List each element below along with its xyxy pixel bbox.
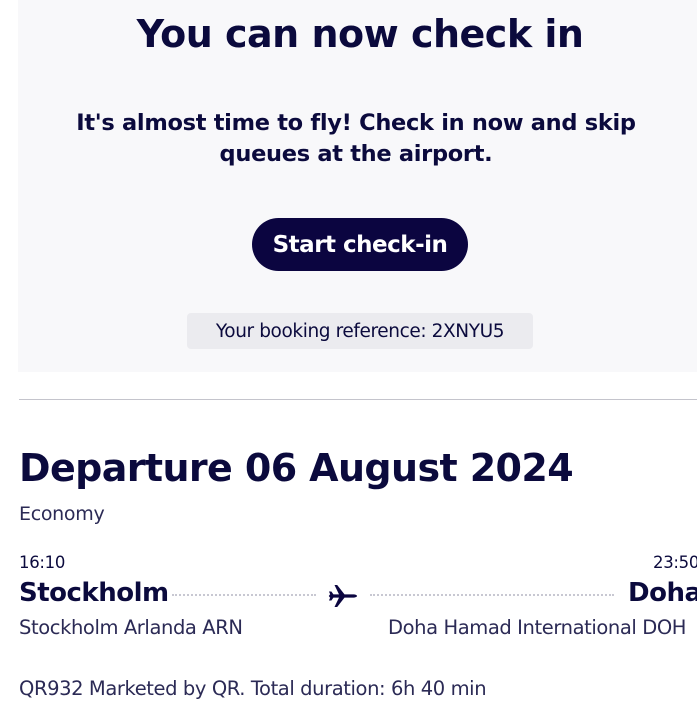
checkin-banner: You can now check in It's almost time to… xyxy=(18,0,697,372)
arrival-time: 23:50 xyxy=(653,553,697,572)
page: You can now check in It's almost time to… xyxy=(0,0,697,723)
departure-time: 16:10 xyxy=(19,553,66,572)
origin-airport: Stockholm Arlanda ARN xyxy=(19,616,243,639)
destination-airport: Doha Hamad International DOH xyxy=(388,616,687,639)
origin-city: Stockholm xyxy=(19,578,169,608)
section-divider xyxy=(19,399,697,400)
destination-city: Doha xyxy=(628,578,697,608)
route-line-left xyxy=(172,594,316,596)
airplane-icon xyxy=(328,585,357,607)
checkin-subtitle: It's almost time to fly! Check in now an… xyxy=(76,110,636,167)
checkin-title: You can now check in xyxy=(136,12,584,56)
route-line-right xyxy=(370,594,614,596)
cabin-class: Economy xyxy=(19,503,105,525)
flight-info: QR932 Marketed by QR. Total duration: 6h… xyxy=(19,677,487,700)
departure-title: Departure 06 August 2024 xyxy=(19,446,574,490)
booking-reference-badge: Your booking reference: 2XNYU5 xyxy=(187,313,533,349)
start-checkin-button[interactable]: Start check-in xyxy=(252,218,468,271)
